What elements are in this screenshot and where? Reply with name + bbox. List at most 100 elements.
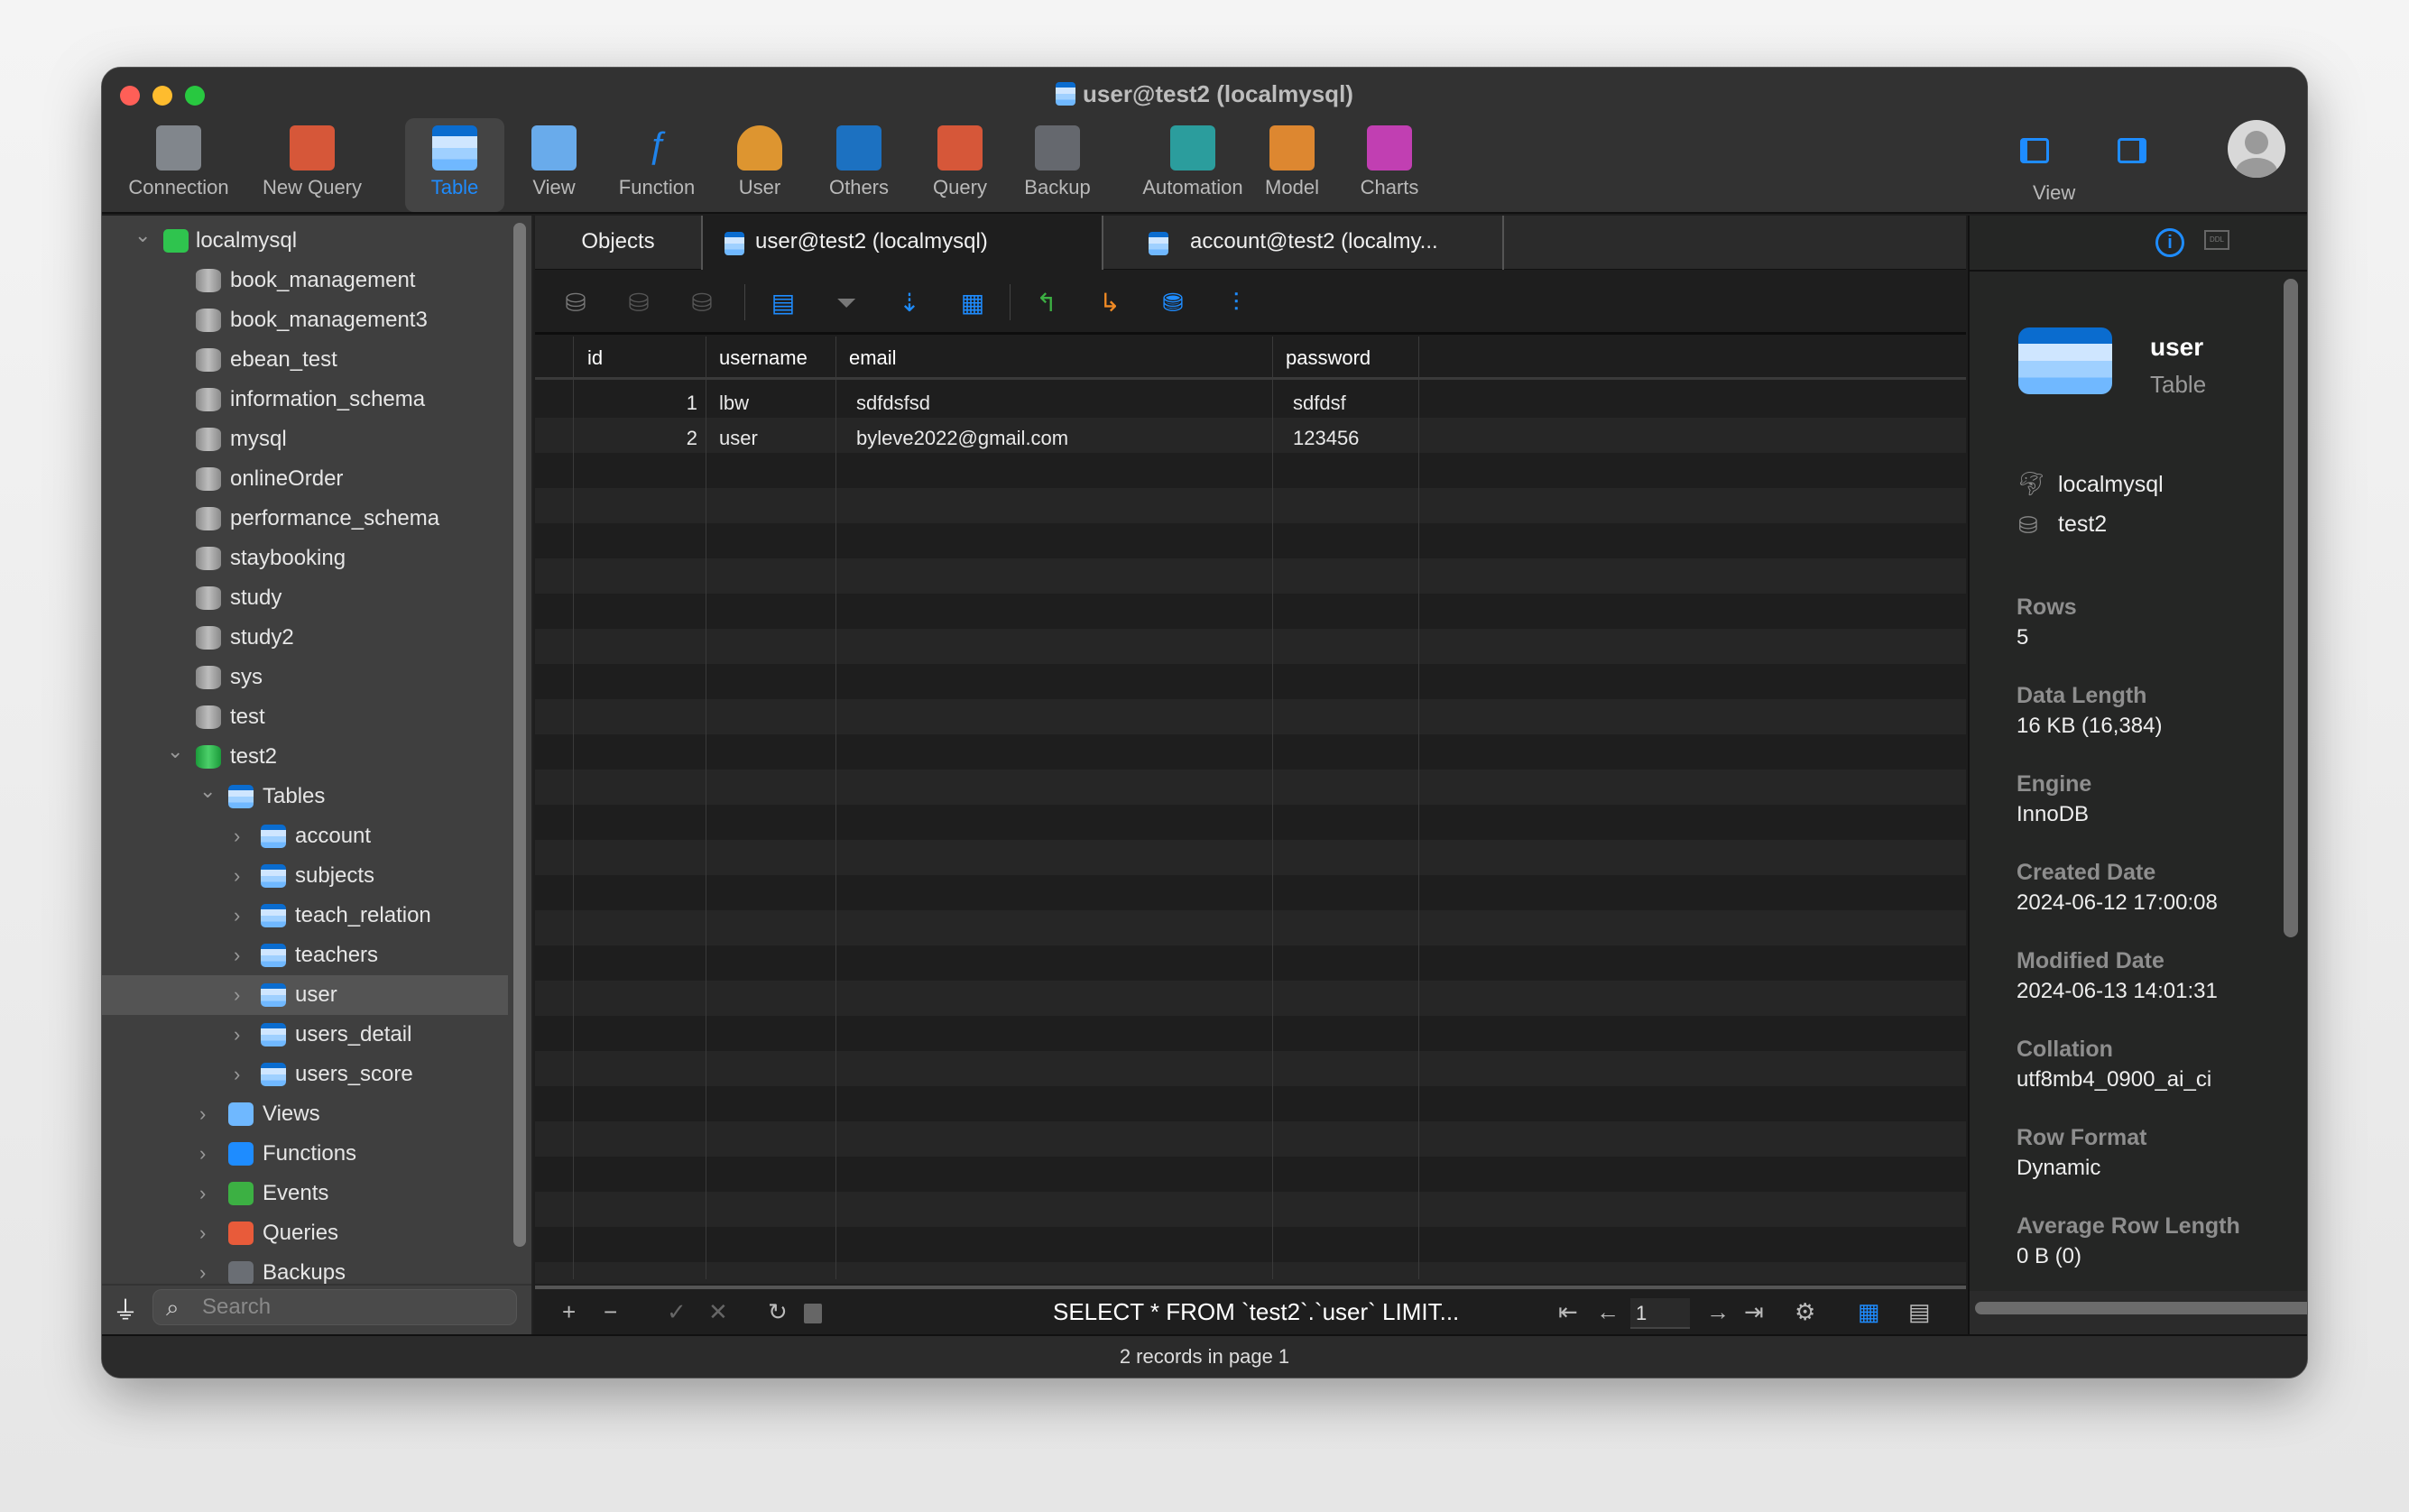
tree-database-study2[interactable]: study2 bbox=[102, 618, 508, 658]
tree-database-test[interactable]: test bbox=[102, 697, 508, 737]
form-view-button[interactable]: ▤ bbox=[1908, 1296, 1931, 1327]
chevron-right-icon[interactable]: › bbox=[199, 1094, 206, 1134]
toolbar-charts-button[interactable]: Charts bbox=[1340, 118, 1439, 212]
tree-database-book_management[interactable]: book_management bbox=[102, 261, 508, 300]
toolbar-function-button[interactable]: ƒ Function bbox=[607, 118, 706, 212]
tab-objects[interactable]: Objects bbox=[535, 216, 703, 270]
tree-database-study[interactable]: study bbox=[102, 578, 508, 618]
info-icon[interactable]: i bbox=[2155, 228, 2184, 257]
toolbar-new-query-button[interactable]: New Query bbox=[245, 118, 380, 212]
toolbar-user-button[interactable]: User bbox=[710, 118, 809, 212]
first-page-button[interactable]: ⇤ bbox=[1558, 1296, 1578, 1327]
connection-filter-icon[interactable]: ⏚ bbox=[113, 1291, 138, 1327]
chevron-right-icon[interactable]: › bbox=[234, 936, 240, 975]
tree-table-user[interactable]: › user bbox=[102, 975, 508, 1015]
info-horizontal-scrollbar[interactable] bbox=[1975, 1302, 2307, 1314]
chevron-right-icon[interactable]: › bbox=[234, 896, 240, 936]
toolbar-connection-button[interactable]: Connection bbox=[111, 118, 246, 212]
refresh-button[interactable]: ↻ bbox=[768, 1296, 788, 1327]
chevron-down-icon[interactable]: ⌄ bbox=[199, 771, 216, 811]
cell-password[interactable]: sdfdsf bbox=[1293, 385, 1346, 420]
sort-icon[interactable]: ⇣ bbox=[896, 288, 923, 318]
tree-queries-group[interactable]: › Queries bbox=[102, 1213, 508, 1253]
commit-icon[interactable]: ⛁ bbox=[625, 288, 652, 318]
toolbar-backup-button[interactable]: Backup bbox=[1008, 118, 1107, 212]
cell-id[interactable]: 1 bbox=[687, 385, 697, 420]
tree-database-performance_schema[interactable]: performance_schema bbox=[102, 499, 508, 539]
search-input[interactable]: ⌕ Search bbox=[152, 1289, 517, 1325]
tree-database-staybooking[interactable]: staybooking bbox=[102, 539, 508, 578]
apply-changes-button[interactable]: ✓ bbox=[667, 1296, 687, 1327]
export-icon[interactable]: ↳ bbox=[1096, 288, 1123, 318]
avatar[interactable] bbox=[2228, 120, 2285, 178]
tree-table-teachers[interactable]: › teachers bbox=[102, 936, 508, 975]
toggle-right-panel-icon[interactable] bbox=[2118, 138, 2146, 163]
begin-transaction-icon[interactable]: ⛁ bbox=[562, 288, 589, 318]
tree-table-account[interactable]: › account bbox=[102, 816, 508, 856]
ddl-tab-button[interactable]: DDL bbox=[2204, 230, 2229, 250]
tree-functions-group[interactable]: › Functions bbox=[102, 1134, 508, 1174]
chevron-right-icon[interactable]: › bbox=[234, 856, 240, 896]
toolbar-query-button[interactable]: Query bbox=[910, 118, 1010, 212]
chevron-right-icon[interactable]: › bbox=[199, 1253, 206, 1284]
tree-table-users_score[interactable]: › users_score bbox=[102, 1055, 508, 1094]
import-icon[interactable]: ↰ bbox=[1033, 288, 1060, 318]
chevron-right-icon[interactable]: › bbox=[234, 975, 240, 1015]
discard-changes-button[interactable]: ✕ bbox=[708, 1296, 728, 1327]
tree-table-subjects[interactable]: › subjects bbox=[102, 856, 508, 896]
tree-database-book_management3[interactable]: book_management3 bbox=[102, 300, 508, 340]
tree-events-group[interactable]: › Events bbox=[102, 1174, 508, 1213]
chevron-right-icon[interactable]: › bbox=[234, 1055, 240, 1094]
toolbar-view-button[interactable]: View bbox=[504, 118, 604, 212]
tree-views-group[interactable]: › Views bbox=[102, 1094, 508, 1134]
info-vertical-scrollbar[interactable] bbox=[2284, 279, 2298, 937]
tab-user-table[interactable]: user@test2 (localmysql) bbox=[703, 216, 1103, 270]
tree-database-sys[interactable]: sys bbox=[102, 658, 508, 697]
column-header-id[interactable]: id bbox=[587, 337, 603, 380]
grid-view-button[interactable]: ▦ bbox=[1858, 1296, 1880, 1327]
chevron-right-icon[interactable]: › bbox=[234, 816, 240, 856]
stop-button[interactable] bbox=[804, 1304, 822, 1323]
chevron-down-icon[interactable]: ⌄ bbox=[134, 216, 151, 255]
charts-icon[interactable]: ⫶ bbox=[1223, 288, 1250, 318]
tree-table-teach_relation[interactable]: › teach_relation bbox=[102, 896, 508, 936]
chevron-right-icon[interactable]: › bbox=[234, 1015, 240, 1055]
toolbar-automation-button[interactable]: Automation bbox=[1125, 118, 1260, 212]
tree-connection-localmysql[interactable]: ⌄ localmysql bbox=[102, 221, 508, 261]
toolbar-others-button[interactable]: Others bbox=[809, 118, 909, 212]
cell-username[interactable]: user bbox=[719, 420, 758, 456]
cell-email[interactable]: sdfdsfsd bbox=[856, 385, 930, 420]
toggle-left-panel-icon[interactable] bbox=[2020, 138, 2049, 163]
tree-database-test2[interactable]: ⌄ test2 bbox=[102, 737, 508, 777]
cell-email[interactable]: byleve2022@gmail.com bbox=[856, 420, 1068, 456]
cell-id[interactable]: 2 bbox=[687, 420, 697, 456]
tree-database-mysql[interactable]: mysql bbox=[102, 419, 508, 459]
previous-page-button[interactable]: ← bbox=[1596, 1296, 1620, 1327]
sidebar-scrollbar[interactable] bbox=[513, 223, 526, 1247]
chevron-right-icon[interactable]: › bbox=[199, 1213, 206, 1253]
add-record-button[interactable]: + bbox=[562, 1296, 576, 1327]
column-header-password[interactable]: password bbox=[1286, 337, 1371, 380]
last-page-button[interactable]: ⇥ bbox=[1744, 1296, 1764, 1327]
toolbar-table-button[interactable]: Table bbox=[405, 118, 504, 212]
filter-icon[interactable]: ⏷ bbox=[833, 288, 860, 318]
column-header-username[interactable]: username bbox=[719, 337, 808, 380]
tree-database-ebean_test[interactable]: ebean_test bbox=[102, 340, 508, 380]
toolbar-model-button[interactable]: Model bbox=[1242, 118, 1342, 212]
tree-tables-group[interactable]: ⌄ Tables bbox=[102, 777, 508, 816]
tab-account-table[interactable]: account@test2 (localmy... bbox=[1103, 216, 1504, 270]
tree-database-onlineOrder[interactable]: onlineOrder bbox=[102, 459, 508, 499]
chevron-down-icon[interactable]: ⌄ bbox=[167, 732, 183, 771]
columns-icon[interactable]: ▦ bbox=[959, 288, 986, 318]
rollback-icon[interactable]: ⛁ bbox=[688, 288, 715, 318]
text-view-icon[interactable]: ▤ bbox=[770, 288, 797, 318]
column-header-email[interactable]: email bbox=[849, 337, 897, 380]
cell-password[interactable]: 123456 bbox=[1293, 420, 1359, 456]
chevron-right-icon[interactable]: › bbox=[199, 1134, 206, 1174]
page-input[interactable]: 1 bbox=[1630, 1298, 1690, 1329]
sql-preview[interactable]: SELECT * FROM `test2`.`user` LIMIT... bbox=[1053, 1296, 1459, 1327]
data-generation-icon[interactable]: ⛃ bbox=[1159, 288, 1186, 318]
settings-gear-icon[interactable]: ⚙ bbox=[1795, 1296, 1815, 1327]
tree-backups-group[interactable]: › Backups bbox=[102, 1253, 508, 1284]
delete-record-button[interactable]: − bbox=[604, 1296, 617, 1327]
